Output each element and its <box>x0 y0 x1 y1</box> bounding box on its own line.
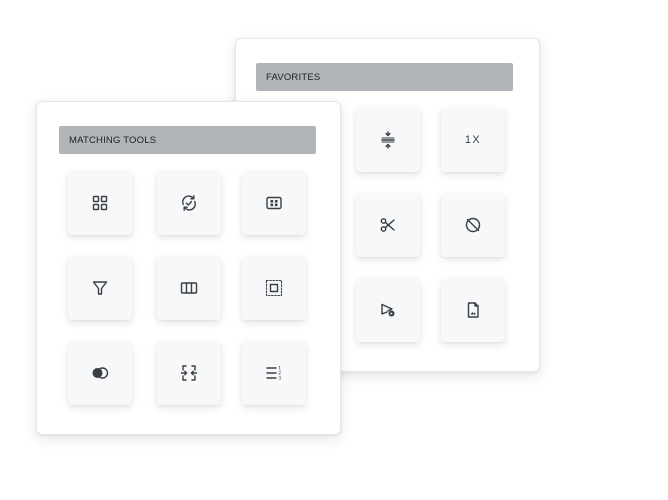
select-area-icon <box>265 279 283 297</box>
columns-icon <box>180 282 198 294</box>
zoom-1x-button[interactable]: 1X <box>441 108 505 172</box>
matching-tools-title: MATCHING TOOLS <box>69 134 157 146</box>
compress-vertical-button[interactable] <box>356 108 420 172</box>
compress-horizontal-button[interactable] <box>157 341 221 405</box>
filter-icon <box>92 281 108 295</box>
dashboard-box-icon <box>266 196 282 210</box>
send-play-button[interactable] <box>356 278 420 342</box>
numbered-list-button[interactable]: 1 2 3 <box>242 341 306 405</box>
cut-button[interactable] <box>356 193 420 257</box>
favorites-title: FAVORITES <box>266 71 321 83</box>
matching-tools-header: MATCHING TOOLS <box>59 126 316 154</box>
svg-text:3: 3 <box>278 376 281 382</box>
matching-tools-panel: MATCHING TOOLS 1 2 3 <box>36 101 341 435</box>
blend-circles-icon <box>92 367 109 379</box>
app-canvas: FAVORITES 1X MATCHING TOOLS 1 2 3 <box>0 0 668 500</box>
dashboard-box-button[interactable] <box>242 171 306 235</box>
sync-check-icon <box>182 195 196 211</box>
send-play-icon <box>381 303 395 317</box>
image-file-button[interactable] <box>441 278 505 342</box>
favorites-header: FAVORITES <box>256 63 513 91</box>
disable-button[interactable] <box>441 193 505 257</box>
blend-button[interactable] <box>68 341 132 405</box>
grid-view-button[interactable] <box>68 171 132 235</box>
compress-horizontal-icon <box>180 365 198 381</box>
sync-check-button[interactable] <box>157 171 221 235</box>
compress-vertical-icon <box>381 131 395 149</box>
zoom-1x-icon: 1X <box>464 134 482 146</box>
scissors-icon <box>380 218 395 232</box>
image-file-icon <box>467 302 479 318</box>
disabled-circle-icon <box>465 217 481 233</box>
grid-view-icon <box>92 195 108 211</box>
columns-button[interactable] <box>157 256 221 320</box>
numbered-list-icon: 1 2 3 <box>266 366 281 382</box>
select-area-button[interactable] <box>242 256 306 320</box>
filter-button[interactable] <box>68 256 132 320</box>
